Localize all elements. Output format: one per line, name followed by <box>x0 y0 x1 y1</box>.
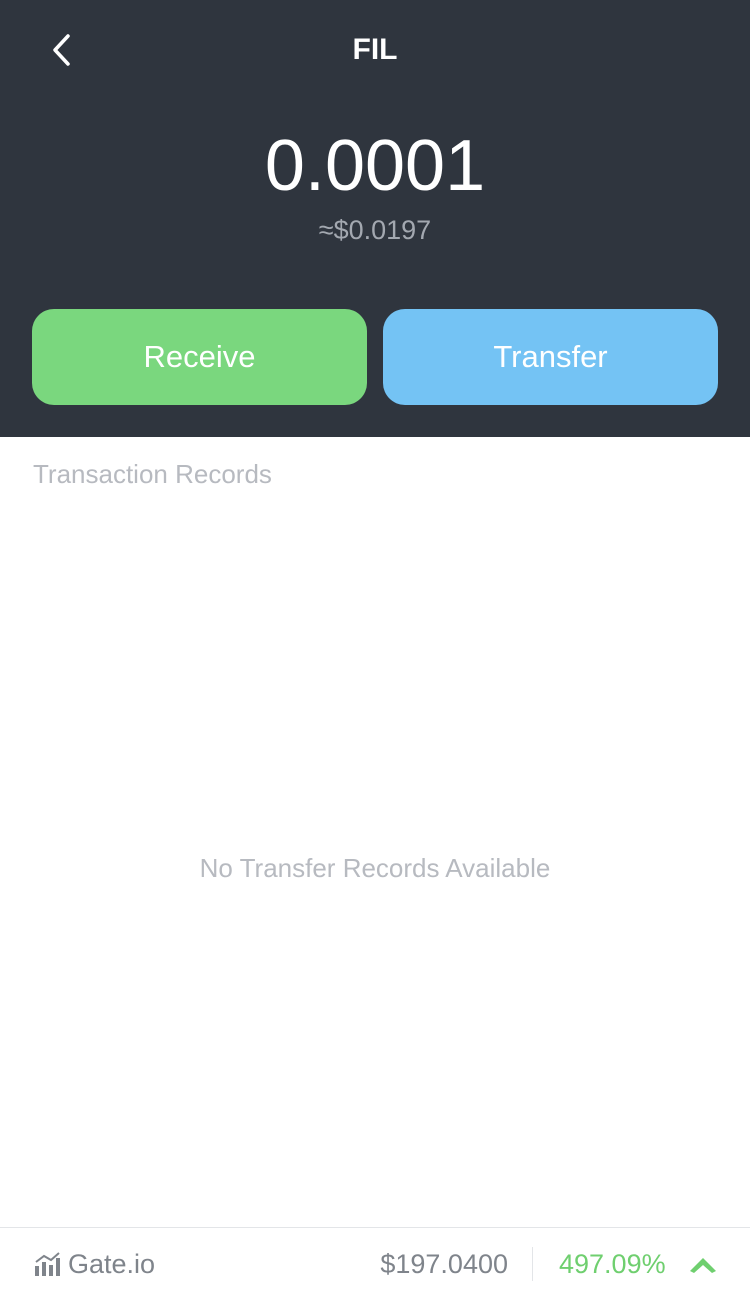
bar-chart-icon <box>35 1252 60 1276</box>
balance-fiat-value: ≈$0.0197 <box>318 215 432 245</box>
ticker-divider <box>532 1247 533 1281</box>
asset-header: FIL 0.0001 ≈$0.0197 Receive Transfer <box>0 0 750 437</box>
price-change-percent: 497.09% <box>559 1249 666 1279</box>
page-title: FIL <box>352 33 398 66</box>
exchange-source: Gate.io <box>34 1246 155 1282</box>
asset-price: $197.0400 <box>380 1249 508 1279</box>
exchange-name: Gate.io <box>68 1249 156 1279</box>
balance-amount: 0.0001 <box>264 126 486 206</box>
transaction-records-heading: Transaction Records <box>33 459 272 489</box>
receive-button[interactable]: Receive <box>32 309 367 405</box>
chevron-up-icon <box>690 1258 716 1273</box>
price-ticker[interactable]: Gate.io $197.0400 497.09% <box>0 1227 750 1299</box>
transfer-button[interactable]: Transfer <box>383 309 718 405</box>
empty-records-message: No Transfer Records Available <box>199 853 551 883</box>
asset-detail-screen: FIL 0.0001 ≈$0.0197 Receive Transfer Tra… <box>0 0 750 1299</box>
